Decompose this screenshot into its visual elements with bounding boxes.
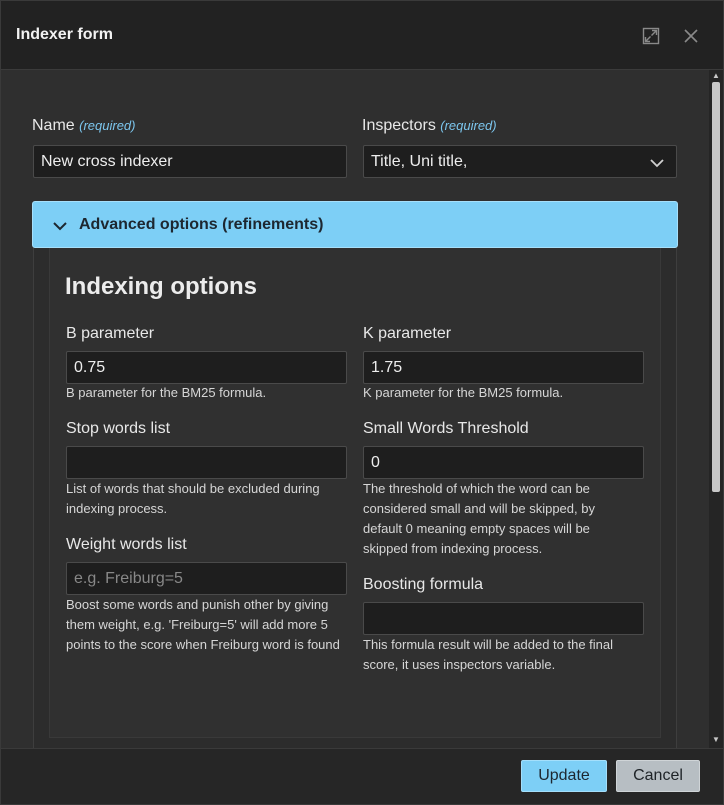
boosting-formula-input[interactable] — [363, 602, 644, 635]
dialog-titlebar: Indexer form — [1, 1, 723, 70]
b-parameter-input[interactable]: 0.75 — [66, 351, 347, 384]
inspectors-select[interactable]: Title, Uni title, — [363, 145, 677, 178]
small-words-input[interactable]: 0 — [363, 446, 644, 479]
stop-words-help-line: indexing process. — [66, 501, 168, 516]
advanced-options-title: Advanced options (refinements) — [79, 216, 324, 233]
small-words-value: 0 — [371, 453, 380, 471]
small-words-help-line: skipped from indexing process. — [363, 541, 543, 556]
small-words-label: Small Words Threshold — [363, 420, 529, 437]
dialog-title: Indexer form — [16, 26, 113, 43]
name-label: Name (required) — [32, 117, 136, 134]
small-words-help-line: default 0 meaning empty spaces will be — [363, 521, 590, 536]
k-parameter-input[interactable]: 1.75 — [363, 351, 644, 384]
scroll-up-icon[interactable]: ▲ — [712, 72, 720, 80]
k-parameter-value: 1.75 — [371, 358, 403, 376]
advanced-options-toggle[interactable]: Advanced options (refinements) — [32, 201, 678, 248]
b-parameter-value: 0.75 — [74, 358, 106, 376]
weight-words-help-line: them weight, e.g. 'Freiburg=5' will add … — [66, 617, 328, 632]
body-scrollbar[interactable]: ▲ ▼ — [709, 70, 723, 748]
b-parameter-help: B parameter for the BM25 formula. — [66, 385, 267, 400]
stop-words-help-line: List of words that should be excluded du… — [66, 481, 320, 496]
small-words-help-line: The threshold of which the word can be — [363, 481, 590, 496]
cancel-button[interactable]: Cancel — [616, 760, 700, 792]
scroll-down-icon[interactable]: ▼ — [712, 736, 720, 744]
name-required: (required) — [79, 118, 136, 133]
weight-words-help: Boost some words and punish other by giv… — [66, 595, 340, 655]
weight-words-help-line: points to the score when Freiburg word i… — [66, 637, 340, 652]
scrollbar-thumb[interactable] — [712, 82, 720, 492]
stop-words-input[interactable] — [66, 446, 347, 479]
inspectors-label: Inspectors (required) — [362, 117, 497, 134]
stop-words-help: List of words that should be excluded du… — [66, 479, 320, 519]
boosting-formula-label: Boosting formula — [363, 576, 484, 593]
name-input-value: New cross indexer — [41, 152, 173, 170]
indexer-form-dialog: Indexer form Name (required) New cross i… — [0, 0, 724, 805]
weight-words-label: Weight words list — [66, 536, 187, 553]
name-input[interactable]: New cross indexer — [33, 145, 347, 178]
close-icon[interactable] — [678, 23, 704, 49]
small-words-help-line: considered small and will be skipped, by — [363, 501, 595, 516]
boosting-formula-help-line: This formula result will be added to the… — [363, 637, 614, 652]
maximize-icon[interactable] — [638, 23, 664, 49]
boosting-formula-help: This formula result will be added to the… — [363, 635, 613, 675]
chevron-down-icon — [53, 218, 67, 236]
dialog-footer: Update Cancel — [1, 748, 723, 804]
boosting-formula-help-line: score, it uses inspectors variable. — [363, 657, 556, 672]
k-parameter-help: K parameter for the BM25 formula. — [363, 385, 564, 400]
b-parameter-label: B parameter — [66, 325, 155, 342]
inspectors-select-value: Title, Uni title, — [371, 152, 468, 170]
update-button[interactable]: Update — [521, 760, 607, 792]
stop-words-label: Stop words list — [66, 420, 171, 437]
weight-words-input[interactable]: e.g. Freiburg=5 — [66, 562, 347, 595]
inspectors-required: (required) — [440, 118, 497, 133]
weight-words-help-line: Boost some words and punish other by giv… — [66, 597, 329, 612]
small-words-help: The threshold of which the word can be c… — [363, 479, 595, 559]
k-parameter-label: K parameter — [363, 325, 452, 342]
indexing-options-title: Indexing options — [65, 273, 257, 300]
weight-words-placeholder: e.g. Freiburg=5 — [74, 569, 183, 587]
chevron-down-icon — [650, 155, 664, 173]
